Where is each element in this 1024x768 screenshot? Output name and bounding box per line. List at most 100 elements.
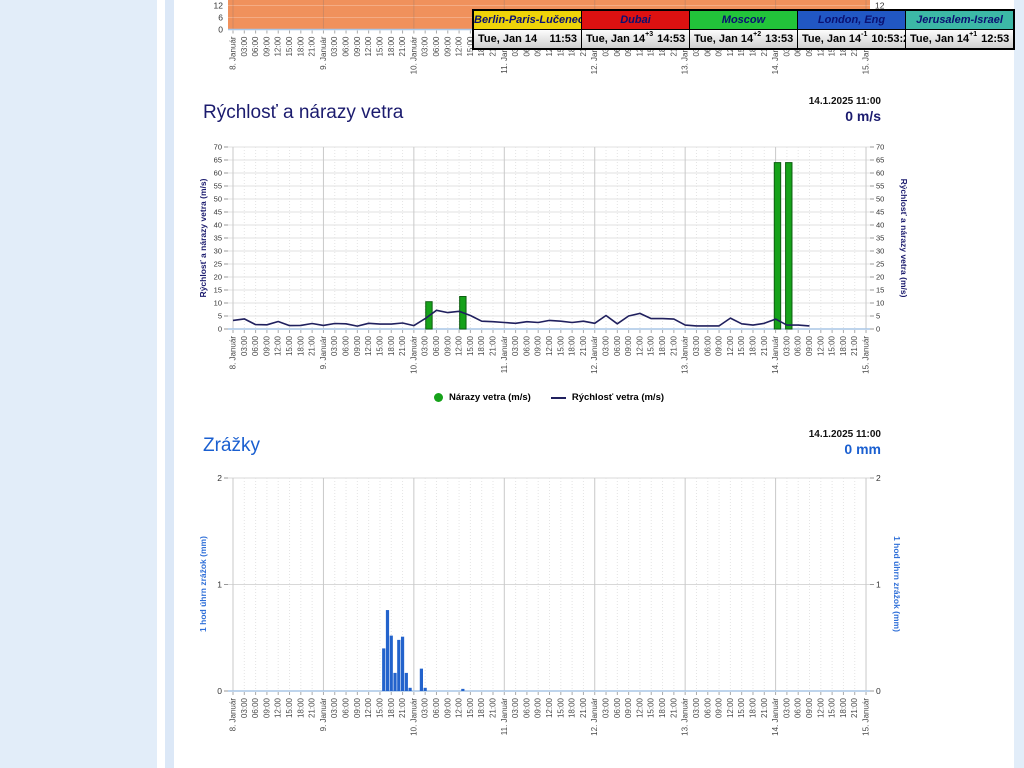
- svg-text:03:00: 03:00: [240, 697, 249, 718]
- svg-text:15: 15: [876, 286, 884, 295]
- clock-city-label: Dubai: [582, 11, 689, 30]
- svg-text:5: 5: [876, 312, 880, 321]
- precip-bar: [461, 689, 464, 691]
- svg-text:12:00: 12:00: [816, 697, 825, 718]
- svg-text:03:00: 03:00: [240, 36, 249, 57]
- legend-gusts-label: Nárazy vetra (m/s): [449, 392, 531, 403]
- svg-text:5: 5: [218, 312, 222, 321]
- clock-utc-offset: +1: [969, 31, 977, 38]
- precip-bar: [408, 688, 411, 691]
- svg-text:12:00: 12:00: [816, 335, 825, 356]
- svg-text:21:00: 21:00: [308, 697, 317, 718]
- svg-text:65: 65: [214, 156, 222, 165]
- svg-text:Rýchlosť a nárazy vetra (m/s): Rýchlosť a nárazy vetra (m/s): [899, 179, 909, 298]
- svg-text:09:00: 09:00: [534, 335, 543, 356]
- svg-text:21:00: 21:00: [850, 335, 859, 356]
- svg-text:11. Január: 11. Január: [500, 336, 509, 374]
- svg-text:0: 0: [876, 325, 880, 334]
- svg-text:21:00: 21:00: [488, 697, 497, 718]
- svg-text:55: 55: [214, 182, 222, 191]
- precip-bar: [397, 640, 400, 691]
- svg-text:09:00: 09:00: [534, 697, 543, 718]
- svg-text:15:00: 15:00: [375, 36, 384, 57]
- svg-text:25: 25: [876, 260, 884, 269]
- svg-text:10. Január: 10. Január: [409, 36, 418, 74]
- svg-text:12. Január: 12. Január: [590, 698, 599, 736]
- svg-text:09:00: 09:00: [262, 36, 271, 57]
- clock-column: Berlin-Paris-LučenecTue, Jan 1411:53: [474, 11, 582, 48]
- svg-text:03:00: 03:00: [330, 335, 339, 356]
- clock-time-row: Tue, Jan 14+213:53: [690, 30, 797, 48]
- svg-text:65: 65: [876, 156, 884, 165]
- svg-text:11. Január: 11. Január: [500, 698, 509, 736]
- clock-utc-offset: -1: [861, 31, 867, 38]
- svg-text:18:00: 18:00: [387, 335, 396, 356]
- svg-text:8. Január: 8. Január: [229, 36, 238, 70]
- svg-text:20: 20: [214, 273, 222, 282]
- svg-text:06:00: 06:00: [613, 697, 622, 718]
- svg-text:03:00: 03:00: [421, 335, 430, 356]
- precip-chart-title: Zrážky: [203, 435, 260, 457]
- svg-text:09:00: 09:00: [715, 697, 724, 718]
- svg-text:18:00: 18:00: [839, 335, 848, 356]
- legend-item-gusts: Nárazy vetra (m/s): [434, 392, 531, 403]
- svg-text:1 hod úhrn zrážok (mm): 1 hod úhrn zrážok (mm): [198, 536, 208, 632]
- svg-text:03:00: 03:00: [692, 335, 701, 356]
- svg-text:9. Január: 9. Január: [319, 336, 328, 370]
- svg-text:09:00: 09:00: [443, 697, 452, 718]
- precip-chart: 0011221 hod úhrn zrážok (mm)1 hod úhrn z…: [198, 473, 902, 736]
- clock-city-label: Moscow: [690, 11, 797, 30]
- svg-text:09:00: 09:00: [805, 697, 814, 718]
- svg-text:03:00: 03:00: [330, 697, 339, 718]
- precip-chart-timestamp: 14.1.2025 11:00: [809, 429, 881, 440]
- svg-text:03:00: 03:00: [602, 697, 611, 718]
- svg-text:70: 70: [214, 143, 222, 152]
- svg-text:18:00: 18:00: [387, 697, 396, 718]
- svg-text:09:00: 09:00: [353, 335, 362, 356]
- precip-bar: [386, 610, 389, 691]
- svg-text:18:00: 18:00: [748, 335, 757, 356]
- svg-text:15:00: 15:00: [285, 36, 294, 57]
- clock-time-row: Tue, Jan 1411:53: [474, 30, 581, 48]
- precip-bar: [390, 636, 393, 691]
- svg-text:18:00: 18:00: [296, 697, 305, 718]
- svg-text:15:00: 15:00: [556, 697, 565, 718]
- wind-current-value: 0 m/s: [845, 108, 881, 124]
- svg-text:21:00: 21:00: [308, 335, 317, 356]
- clock-time: 12:53: [981, 33, 1009, 45]
- svg-text:03:00: 03:00: [330, 36, 339, 57]
- svg-text:18:00: 18:00: [568, 335, 577, 356]
- clock-column: MoscowTue, Jan 14+213:53: [690, 11, 798, 48]
- speed-marker-icon: [551, 397, 566, 399]
- clock-utc-offset: +2: [753, 31, 761, 38]
- svg-text:21:00: 21:00: [669, 697, 678, 718]
- svg-text:15:00: 15:00: [285, 697, 294, 718]
- svg-text:12:00: 12:00: [545, 697, 554, 718]
- svg-text:10: 10: [214, 299, 222, 308]
- svg-text:21:00: 21:00: [760, 335, 769, 356]
- svg-text:15:00: 15:00: [375, 335, 384, 356]
- svg-text:70: 70: [876, 143, 884, 152]
- svg-text:15:00: 15:00: [828, 697, 837, 718]
- svg-text:21:00: 21:00: [488, 335, 497, 356]
- svg-text:03:00: 03:00: [602, 335, 611, 356]
- clock-time-row: Tue, Jan 14+112:53: [906, 30, 1013, 48]
- svg-text:21:00: 21:00: [760, 697, 769, 718]
- clock-city-label: Jerusalem-Israel: [906, 11, 1013, 30]
- svg-text:21:00: 21:00: [579, 335, 588, 356]
- wind-speed-line: [233, 310, 810, 326]
- svg-text:15:00: 15:00: [828, 335, 837, 356]
- svg-text:03:00: 03:00: [511, 697, 520, 718]
- clock-column: DubaiTue, Jan 14+314:53: [582, 11, 690, 48]
- svg-text:25: 25: [214, 260, 222, 269]
- svg-text:45: 45: [876, 208, 884, 217]
- svg-text:06:00: 06:00: [432, 335, 441, 356]
- svg-text:15:00: 15:00: [466, 335, 475, 356]
- svg-text:30: 30: [876, 247, 884, 256]
- wind-gust-bar: [786, 163, 792, 329]
- svg-text:45: 45: [214, 208, 222, 217]
- wind-chart-legend: Nárazy vetra (m/s) Rýchlosť vetra (m/s): [228, 392, 870, 403]
- svg-text:12:00: 12:00: [726, 697, 735, 718]
- svg-text:18:00: 18:00: [387, 36, 396, 57]
- svg-text:1: 1: [217, 580, 222, 590]
